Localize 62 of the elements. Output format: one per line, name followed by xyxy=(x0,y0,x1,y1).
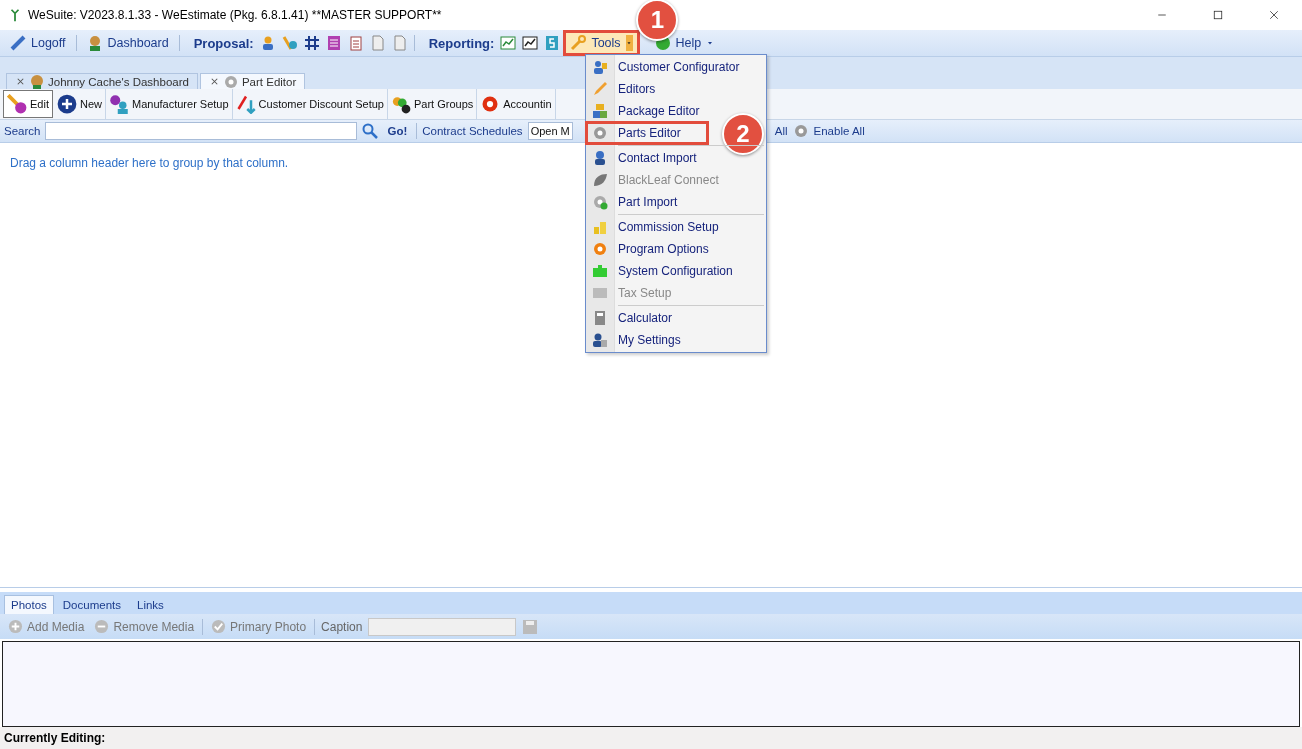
reporting-label: Reporting: xyxy=(428,35,495,51)
menu-item[interactable]: Calculator xyxy=(586,307,766,329)
caret-icon xyxy=(706,39,715,47)
wrench-icon xyxy=(570,35,587,51)
proposal-label: Proposal: xyxy=(193,35,254,51)
ribbon-button[interactable]: Part Groups xyxy=(387,89,478,119)
dashboard-button[interactable]: Dashboard xyxy=(82,33,173,53)
search-icon xyxy=(362,123,379,139)
check-icon xyxy=(211,619,227,634)
tools-button[interactable]: Tools xyxy=(566,33,637,53)
menu-item[interactable]: Program Options xyxy=(586,238,766,260)
search-label: Search xyxy=(4,125,41,137)
window-title: WeSuite: V2023.8.1.33 - WeEstimate (Pkg. 6.8.1.41) **MASTER SUPPORT** xyxy=(28,8,442,22)
remove-icon xyxy=(94,619,110,634)
close-icon xyxy=(1268,9,1280,21)
menu-item[interactable]: Part Import xyxy=(586,191,766,213)
person-icon xyxy=(592,150,608,166)
help-icon xyxy=(654,35,671,51)
caption-label: Caption xyxy=(321,619,363,634)
person-icon xyxy=(29,73,45,90)
logoff-button[interactable]: Logoff xyxy=(6,33,70,53)
ribbon-button[interactable]: Edit xyxy=(3,90,53,118)
menu-item[interactable]: Commission Setup xyxy=(586,216,766,238)
panel-tab[interactable]: Documents xyxy=(55,595,128,614)
chart-icon xyxy=(522,35,539,51)
ribbon-button[interactable]: Customer Discount Setup xyxy=(232,89,388,119)
plus-icon xyxy=(56,94,77,114)
search-field[interactable] xyxy=(45,122,358,140)
document-tab[interactable]: Johnny Cache's Dashboard xyxy=(6,73,198,89)
caret-icon xyxy=(626,40,633,46)
callout-badge: 2 xyxy=(722,113,764,155)
menu-item[interactable]: My Settings xyxy=(586,329,766,351)
app-logo-icon xyxy=(8,8,22,22)
go-button[interactable]: Go! xyxy=(383,125,412,137)
document-tab[interactable]: Part Editor xyxy=(199,73,306,89)
group-by-hint: Drag a column header here to group by that column. xyxy=(10,156,289,170)
add-icon xyxy=(8,619,23,634)
ribbon-button[interactable]: Manufacturer Setup xyxy=(106,89,233,119)
schedule-dropdown[interactable]: Open M xyxy=(527,122,573,140)
caption-field[interactable] xyxy=(368,617,517,636)
enable-all-button[interactable]: Enable All xyxy=(813,125,865,137)
package-icon xyxy=(592,103,608,119)
panel-tab[interactable]: Photos xyxy=(4,595,54,614)
ribbon-button[interactable]: New xyxy=(53,89,106,119)
calculator-icon xyxy=(592,310,608,326)
person-settings-icon xyxy=(592,332,608,348)
panel-tab[interactable]: Links xyxy=(130,595,171,614)
save-icon xyxy=(522,618,539,635)
all-button[interactable]: All xyxy=(774,125,788,137)
menu-item[interactable]: Parts Editor xyxy=(586,122,708,144)
close-icon xyxy=(15,76,26,87)
menu-item[interactable]: System Configuration xyxy=(586,260,766,282)
maximize-icon xyxy=(1212,9,1224,21)
pencil-icon xyxy=(592,81,608,97)
menu-item[interactable]: Customer Configurator xyxy=(586,56,766,78)
menu-item[interactable]: Editors xyxy=(586,78,766,100)
contract-schedules-label: Contract Schedules xyxy=(422,125,523,137)
dollar-report-icon xyxy=(544,35,561,51)
ribbon-button[interactable]: Accountin xyxy=(477,89,556,119)
leaf-icon xyxy=(592,172,608,188)
status-label: Currently Editing: xyxy=(4,731,106,745)
chart-icon xyxy=(500,35,517,51)
